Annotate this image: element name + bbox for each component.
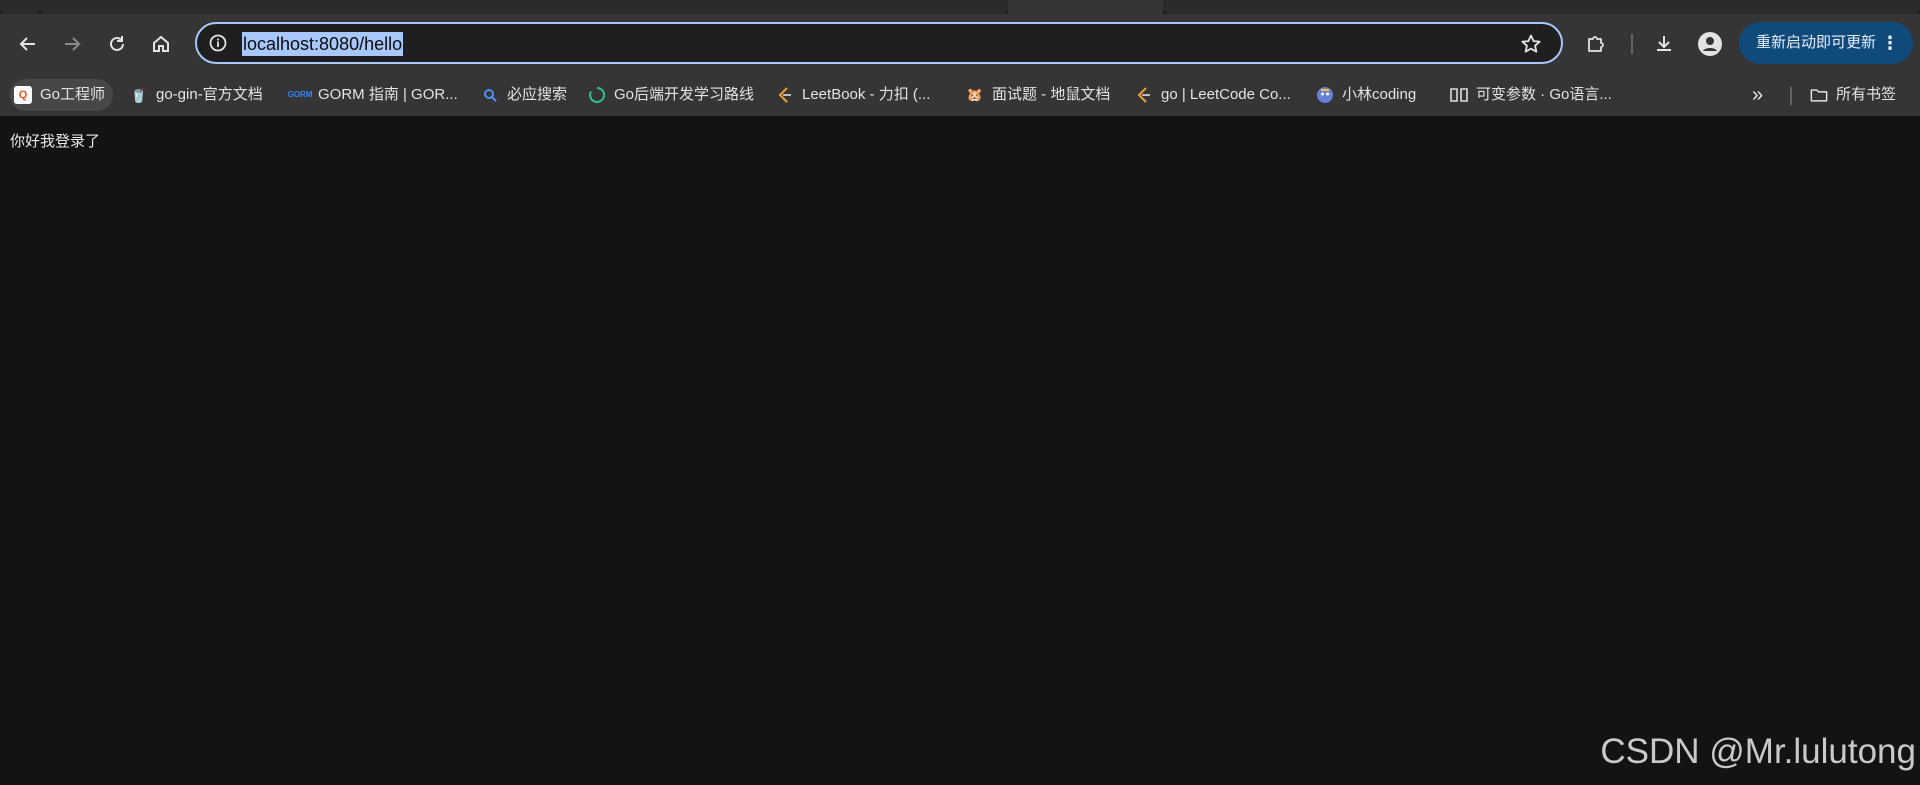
search-icon — [481, 86, 499, 104]
tab-strip — [0, 0, 1920, 14]
avatar-icon — [1698, 32, 1722, 56]
bookmark-xiaolin[interactable]: 小林coding — [1316, 79, 1416, 111]
url-text[interactable]: localhost:8080/hello — [242, 32, 404, 56]
bookmark-bing[interactable]: 必应搜索 — [481, 79, 567, 111]
downloads-button[interactable] — [1648, 28, 1680, 60]
home-icon — [153, 35, 169, 52]
gin-icon: 🥤 — [130, 87, 148, 103]
bookmark-go-engineer[interactable]: Q Go工程师 — [10, 79, 114, 111]
toolbar-separator — [1631, 34, 1633, 54]
bookmark-variadic[interactable]: 可变参数 · Go语言... — [1450, 79, 1612, 111]
puzzle-icon — [1588, 36, 1604, 52]
bookmark-interview[interactable]: 🐹 面试题 - 地鼠文档 — [966, 79, 1110, 111]
bookmark-leetbook[interactable]: LeetBook - 力扣 (... — [776, 79, 930, 111]
home-button[interactable] — [145, 28, 177, 60]
menu-kebab-icon[interactable]: ⋮ — [1881, 22, 1899, 64]
bookmark-star-icon[interactable] — [1519, 32, 1543, 56]
book-icon — [1450, 86, 1468, 104]
watermark: CSDN @Mr.lulutong — [1600, 732, 1916, 771]
relaunch-update-button[interactable]: 重新启动即可更新 ⋮ — [1739, 22, 1913, 64]
back-arrow-icon — [19, 37, 35, 51]
update-label: 重新启动即可更新 — [1756, 34, 1877, 51]
bookmark-gorm[interactable]: GORM GORM 指南 | GOR... — [287, 79, 458, 111]
all-bookmarks-button[interactable]: 所有书签 — [1810, 79, 1896, 111]
bookmarks-separator — [1790, 87, 1792, 105]
gorm-icon: GORM — [287, 90, 313, 99]
chevron-double-right-icon: » — [1752, 84, 1764, 106]
bookmark-gin-docs[interactable]: 🥤 go-gin-官方文档 — [130, 79, 262, 111]
back-button[interactable] — [12, 28, 44, 60]
address-bar[interactable]: localhost:8080/hello — [195, 22, 1563, 64]
forward-arrow-icon — [65, 37, 81, 51]
gopher-icon: 🐹 — [966, 87, 984, 102]
extensions-button[interactable] — [1580, 28, 1612, 60]
go-engineer-icon: Q — [14, 86, 32, 104]
download-icon — [1657, 36, 1671, 51]
tab-fragment[interactable] — [0, 0, 40, 14]
leetcode-icon — [776, 86, 794, 104]
tab-fragment[interactable] — [1163, 0, 1920, 14]
bookmark-go-roadmap[interactable]: Go后端开发学习路线 — [588, 79, 754, 111]
bookmarks-bar: Q Go工程师 🥤 go-gin-官方文档 GORM GORM 指南 | GOR… — [0, 74, 1920, 116]
spinner-icon — [588, 86, 606, 104]
bookmark-leetcode-go[interactable]: go | LeetCode Co... — [1135, 79, 1291, 111]
bookmarks-overflow-button[interactable]: » — [1752, 79, 1763, 111]
reload-button[interactable] — [101, 28, 133, 60]
leetcode-icon — [1135, 86, 1153, 104]
reload-icon — [110, 36, 124, 51]
site-info-icon[interactable] — [207, 32, 229, 54]
profile-button[interactable] — [1694, 28, 1726, 60]
tab-fragment[interactable] — [40, 0, 1008, 14]
browser-toolbar: localhost:8080/hello 重新启动即可更新 ⋮ — [0, 14, 1920, 74]
active-tab[interactable] — [1008, 0, 1163, 14]
folder-icon — [1810, 86, 1828, 104]
page-body-text: 你好我登录了 — [10, 133, 101, 150]
xiaolin-icon — [1316, 86, 1334, 104]
forward-button[interactable] — [56, 28, 88, 60]
